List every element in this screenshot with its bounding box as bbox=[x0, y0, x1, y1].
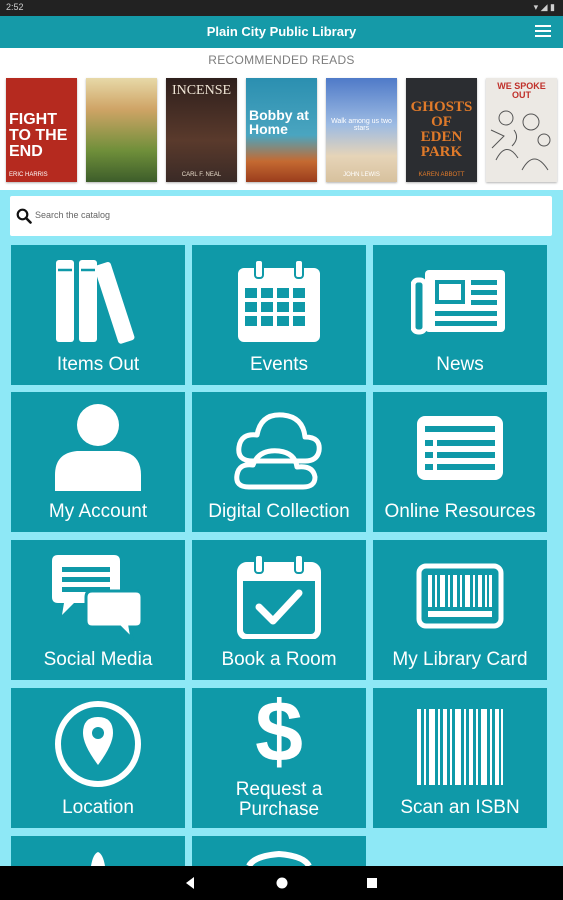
tile-book-a-room[interactable]: Book a Room bbox=[192, 540, 366, 680]
hamburger-menu-icon[interactable] bbox=[535, 25, 551, 39]
tile-label: Social Media bbox=[43, 649, 153, 670]
tile-label: Location bbox=[62, 797, 134, 818]
book-title: INCENSE bbox=[171, 83, 232, 98]
tile-my-library-card[interactable]: My Library Card bbox=[373, 540, 547, 680]
map-pin-icon bbox=[11, 698, 185, 790]
book-title: WE SPOKE OUT bbox=[497, 81, 546, 100]
calendar-check-icon bbox=[192, 550, 366, 642]
recents-icon[interactable] bbox=[365, 876, 379, 890]
recommended-reads: RECOMMENDED READS FIGHT TO THE END ERIC … bbox=[0, 48, 563, 190]
status-icons: ▾ ◢ ▮ bbox=[533, 2, 555, 12]
book-author: CARL F. NEAL bbox=[181, 172, 222, 178]
list-card-icon bbox=[373, 402, 547, 494]
status-bar: 2:52 ▾ ◢ ▮ bbox=[0, 0, 563, 16]
tile-scan-an-isbn[interactable]: Scan an ISBN bbox=[373, 688, 547, 828]
tile-news[interactable]: News bbox=[373, 245, 547, 385]
home-icon[interactable] bbox=[275, 876, 289, 890]
tile-request-a-purchase[interactable]: $ Request a Purchase bbox=[192, 688, 366, 828]
app-bar: Plain City Public Library bbox=[0, 16, 563, 48]
search-input[interactable]: Search the catalog bbox=[35, 210, 110, 220]
app-title: Plain City Public Library bbox=[206, 24, 357, 39]
tile-label: Book a Room bbox=[221, 649, 337, 670]
tile-my-account[interactable]: My Account bbox=[11, 392, 185, 532]
books-icon bbox=[11, 255, 185, 347]
search-icon bbox=[16, 208, 32, 224]
tile-label: My Library Card bbox=[392, 649, 528, 670]
book-author: JOHN LEWIS bbox=[343, 172, 380, 178]
globe-icon bbox=[246, 850, 312, 866]
newspaper-icon bbox=[373, 255, 547, 347]
dollar-icon: $ bbox=[255, 684, 303, 780]
book-title: Bobby at Home bbox=[249, 107, 309, 137]
recommended-label: RECOMMENDED READS bbox=[208, 53, 355, 67]
barcode-icon bbox=[373, 698, 547, 790]
book-author: ERIC HARRIS bbox=[9, 172, 48, 178]
book-cover[interactable] bbox=[86, 78, 157, 182]
tile-location[interactable]: Location bbox=[11, 688, 185, 828]
tile-online-resources[interactable]: Online Resources bbox=[373, 392, 547, 532]
book-cover[interactable]: FIGHT TO THE END ERIC HARRIS bbox=[6, 78, 77, 182]
tile-label: Online Resources bbox=[384, 501, 536, 522]
tile-partial[interactable] bbox=[192, 836, 366, 866]
tile-events[interactable]: Events bbox=[192, 245, 366, 385]
tile-digital-collection[interactable]: Digital Collection bbox=[192, 392, 366, 532]
chat-bubbles-icon bbox=[11, 550, 185, 642]
back-icon[interactable] bbox=[183, 876, 197, 890]
book-cover[interactable]: Bobby at Home bbox=[246, 78, 317, 182]
cloud-icon bbox=[192, 402, 366, 494]
bell-icon bbox=[91, 852, 105, 866]
book-cover[interactable]: INCENSE CARL F. NEAL bbox=[166, 78, 237, 182]
tile-social-media[interactable]: Social Media bbox=[11, 540, 185, 680]
book-title: FIGHT TO THE END bbox=[9, 111, 68, 160]
calendar-icon bbox=[192, 255, 366, 347]
tile-label: My Account bbox=[48, 501, 148, 522]
cover-sketch-illustration bbox=[490, 110, 551, 171]
book-title: Walk among us two stars bbox=[331, 118, 392, 132]
book-cover[interactable]: Walk among us two stars JOHN LEWIS bbox=[326, 78, 397, 182]
tile-items-out[interactable]: Items Out bbox=[11, 245, 185, 385]
system-nav-bar bbox=[0, 866, 563, 900]
status-time: 2:52 bbox=[6, 2, 24, 12]
tile-label: Request a Purchase bbox=[235, 779, 323, 820]
book-author: KAREN ABBOTT bbox=[418, 172, 465, 178]
search-bar[interactable]: Search the catalog bbox=[10, 196, 552, 236]
book-cover[interactable]: WE SPOKE OUT bbox=[486, 78, 557, 182]
user-icon bbox=[11, 402, 185, 494]
tile-label: Digital Collection bbox=[208, 501, 350, 522]
book-title: GHOSTS OF EDEN PARK bbox=[410, 99, 473, 160]
book-cover[interactable]: GHOSTS OF EDEN PARK KAREN ABBOTT bbox=[406, 78, 477, 182]
tile-label: Scan an ISBN bbox=[400, 797, 520, 818]
barcode-card-icon bbox=[373, 550, 547, 642]
tile-label: News bbox=[436, 354, 484, 375]
tile-label: Items Out bbox=[56, 354, 140, 375]
tile-partial[interactable] bbox=[11, 836, 185, 866]
tile-label: Events bbox=[249, 354, 309, 375]
